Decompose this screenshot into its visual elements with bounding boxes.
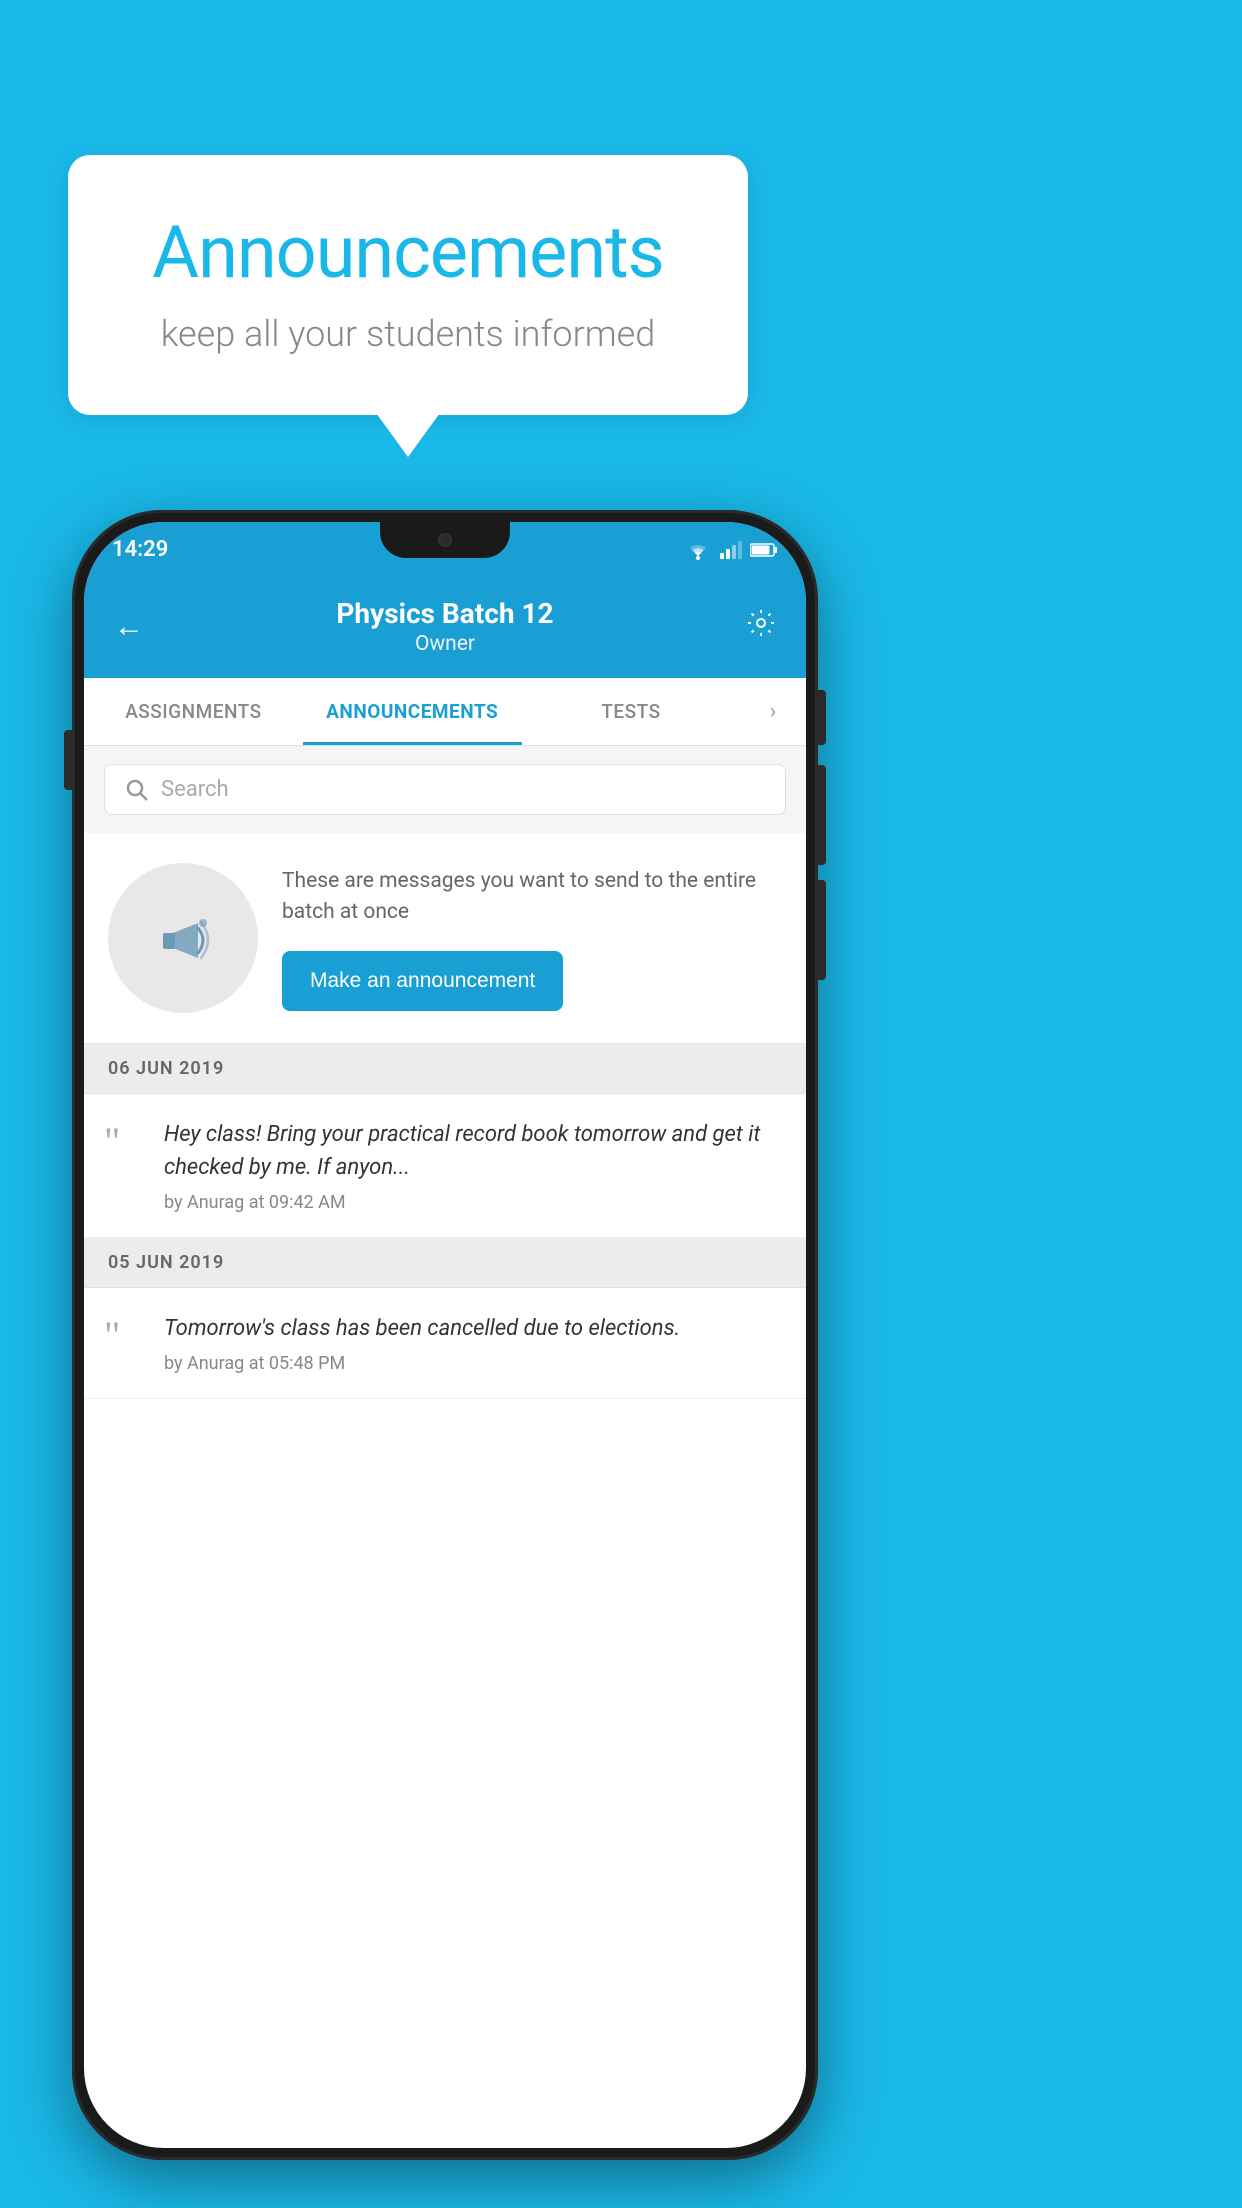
side-btn-right-3 (818, 880, 826, 980)
status-icons (684, 540, 778, 560)
announcement-item-1[interactable]: " Hey class! Bring your practical record… (84, 1094, 806, 1238)
announcement-meta-2: by Anurag at 05:48 PM (164, 1353, 782, 1374)
tabs-bar: ASSIGNMENTS ANNOUNCEMENTS TESTS › (84, 678, 806, 746)
announcement-meta-1: by Anurag at 09:42 AM (164, 1192, 782, 1213)
wifi-icon (684, 540, 712, 560)
side-btn-right-2 (818, 765, 826, 865)
tab-tests[interactable]: TESTS (522, 678, 741, 745)
quote-icon-1: " (104, 1122, 144, 1162)
header-subtitle: Owner (144, 632, 746, 656)
header-title-area: Physics Batch 12 Owner (144, 597, 746, 656)
app-header: ← Physics Batch 12 Owner (84, 577, 806, 678)
quote-icon-2: " (104, 1316, 144, 1356)
search-icon (125, 778, 149, 802)
announcement-content-2: Tomorrow's class has been cancelled due … (164, 1312, 782, 1374)
announcement-content-1: Hey class! Bring your practical record b… (164, 1118, 782, 1213)
header-title: Physics Batch 12 (144, 597, 746, 630)
phone-screen: 14:29 (84, 522, 806, 2148)
announcement-icon-circle (108, 863, 258, 1013)
tab-more[interactable]: › (740, 678, 806, 745)
empty-state-text: These are messages you want to send to t… (282, 866, 782, 929)
tab-assignments[interactable]: ASSIGNMENTS (84, 678, 303, 745)
empty-state-content: These are messages you want to send to t… (282, 866, 782, 1011)
date-separator-1: 06 JUN 2019 (84, 1044, 806, 1094)
empty-state: These are messages you want to send to t… (84, 833, 806, 1044)
speech-bubble: Announcements keep all your students inf… (68, 155, 748, 415)
notch-camera (438, 533, 452, 547)
search-placeholder: Search (161, 777, 229, 802)
speech-bubble-container: Announcements keep all your students inf… (68, 155, 748, 415)
bubble-title: Announcements (128, 210, 688, 295)
announcement-text-1: Hey class! Bring your practical record b… (164, 1118, 782, 1184)
side-btn-left (64, 730, 72, 790)
back-button[interactable]: ← (114, 609, 144, 644)
phone-outer: 14:29 (72, 510, 818, 2160)
date-separator-2: 05 JUN 2019 (84, 1238, 806, 1288)
side-btn-right-1 (818, 690, 826, 745)
search-bar[interactable]: Search (104, 764, 786, 815)
battery-icon (750, 542, 778, 558)
announcement-text-2: Tomorrow's class has been cancelled due … (164, 1312, 782, 1345)
make-announcement-button[interactable]: Make an announcement (282, 951, 563, 1011)
megaphone-icon (143, 898, 223, 978)
settings-icon[interactable] (746, 608, 776, 645)
notch (380, 522, 510, 558)
announcement-item-2[interactable]: " Tomorrow's class has been cancelled du… (84, 1288, 806, 1399)
phone-wrapper: 14:29 (72, 510, 818, 2160)
tab-announcements[interactable]: ANNOUNCEMENTS (303, 678, 522, 745)
signal-icon (720, 541, 742, 559)
bubble-subtitle: keep all your students informed (128, 313, 688, 355)
status-time: 14:29 (112, 537, 168, 562)
search-container: Search (84, 746, 806, 833)
